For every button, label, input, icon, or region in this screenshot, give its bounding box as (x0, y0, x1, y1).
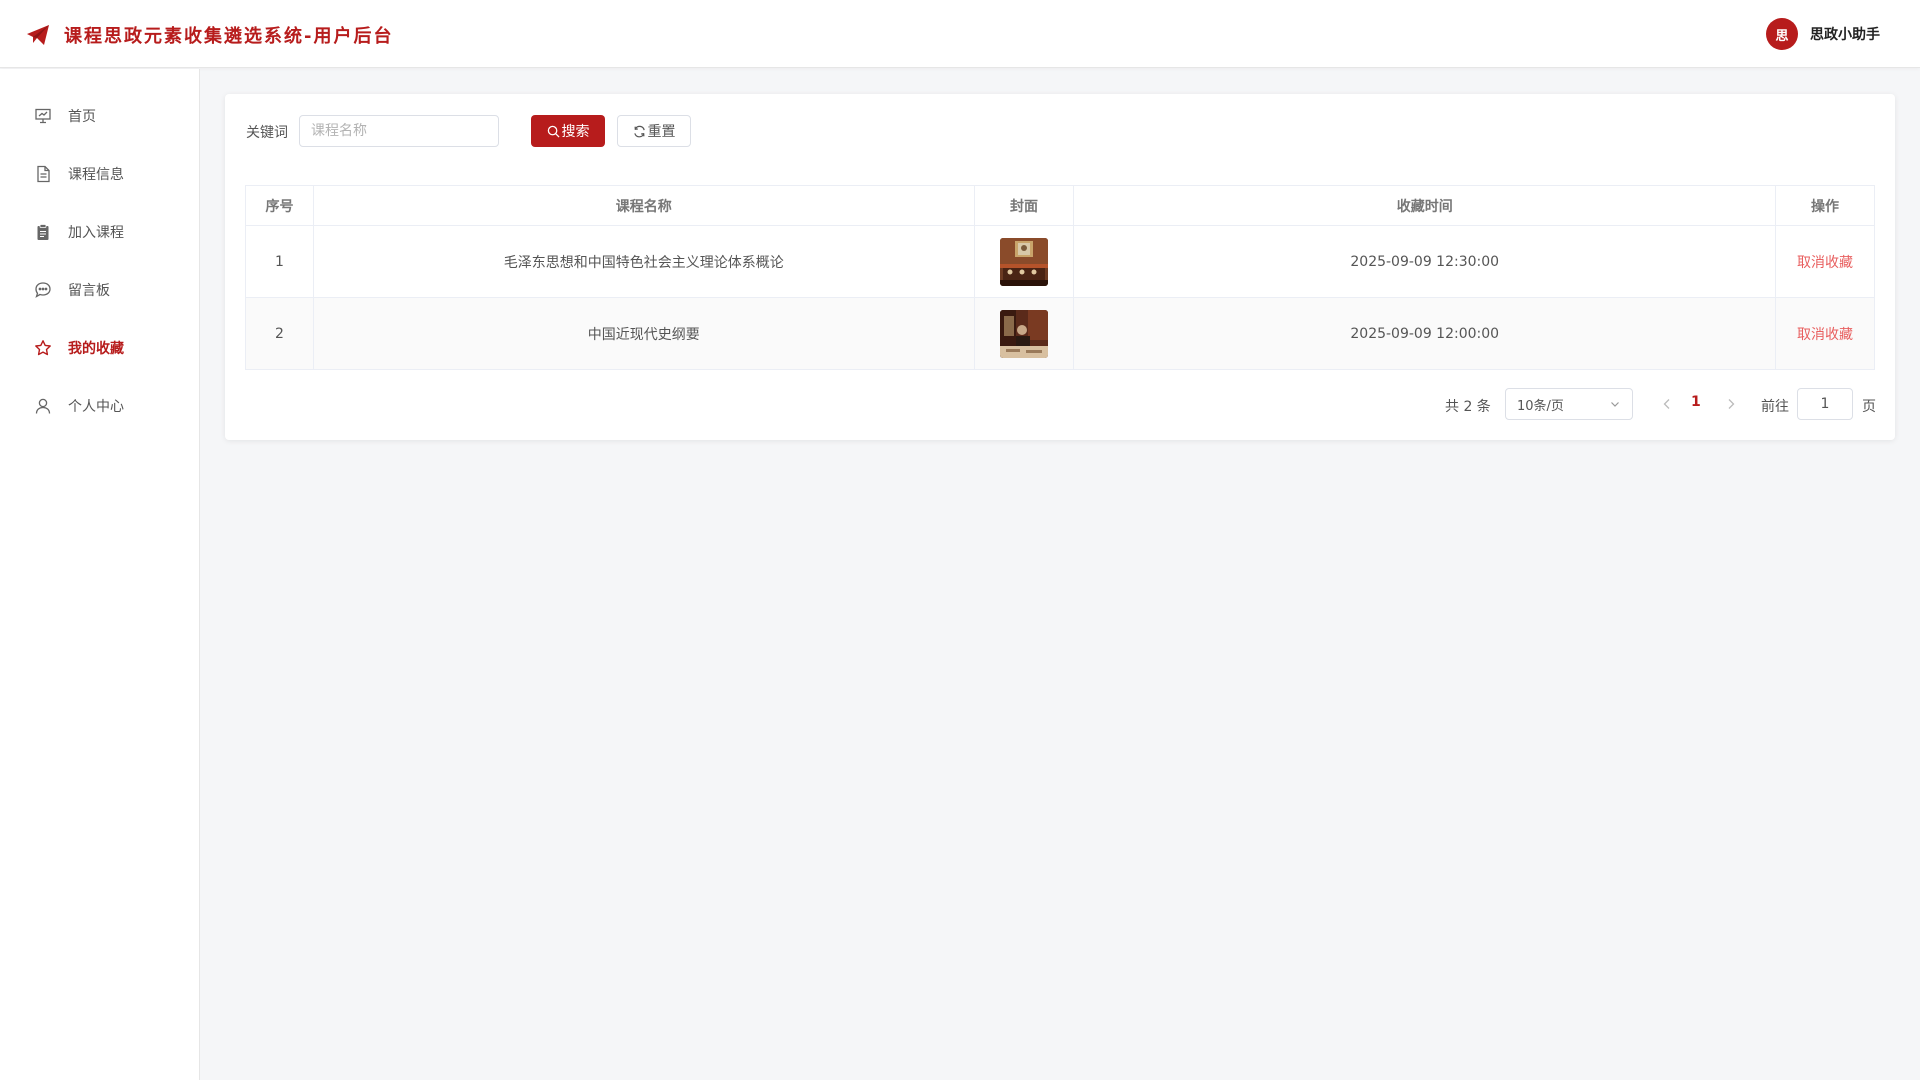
favorites-panel: 关键词 搜索 重置 序号 课程名称 封面 收藏时间 操作 1 毛泽东思想和中国特 (225, 94, 1895, 440)
column-header-course-name: 课程名称 (312, 185, 975, 226)
column-header-actions: 操作 (1775, 185, 1875, 226)
table-row: 1 毛泽东思想和中国特色社会主义理论体系概论 2025-09-09 12:30:… (245, 225, 1875, 298)
sidebar-item-label: 加入课程 (68, 225, 124, 241)
document-icon (37, 165, 50, 183)
search-input[interactable] (299, 115, 499, 147)
user-icon (35, 398, 51, 414)
username[interactable]: 思政小助手 (1810, 24, 1880, 44)
sidebar-item-label: 课程信息 (68, 167, 124, 183)
cover-cell (973, 297, 1075, 370)
favorite-time: 2025-09-09 12:30:00 (1073, 225, 1777, 298)
course-cover-image[interactable] (999, 309, 1048, 358)
actions-cell: 取消收藏 (1775, 297, 1875, 370)
column-header-index: 序号 (245, 185, 314, 226)
chevron-left-icon[interactable] (1659, 396, 1675, 412)
course-name: 中国近现代史纲要 (312, 297, 975, 370)
search-button[interactable]: 搜索 (531, 115, 605, 147)
goto-page-input[interactable] (1797, 388, 1853, 420)
favorite-time: 2025-09-09 12:00:00 (1073, 297, 1777, 370)
user-menu[interactable]: 思 思政小助手 (1766, 18, 1880, 50)
sidebar-item-join-course[interactable]: 加入课程 (0, 207, 199, 257)
sidebar-item-label: 首页 (68, 109, 96, 125)
search-button-label: 搜索 (561, 124, 590, 140)
page-number-current[interactable]: 1 (1691, 394, 1701, 410)
row-index: 1 (245, 225, 314, 298)
row-index: 2 (245, 297, 314, 370)
clipboard-icon (37, 224, 49, 240)
goto-label: 前往 (1761, 399, 1789, 415)
refresh-icon (633, 125, 645, 137)
sidebar-item-personal-center[interactable]: 个人中心 (0, 381, 199, 431)
cover-cell (973, 225, 1075, 298)
sidebar-item-label: 留言板 (68, 283, 110, 299)
chevron-down-icon (1611, 402, 1619, 407)
star-icon (35, 340, 51, 356)
sidebar: 首页 课程信息 加入课程 留言板 我的收藏 个人中心 (0, 69, 200, 1080)
reset-button[interactable]: 重置 (617, 115, 691, 147)
chevron-right-icon[interactable] (1723, 396, 1739, 412)
search-icon (547, 125, 560, 138)
reset-button-label: 重置 (647, 124, 676, 140)
column-header-favorite-time: 收藏时间 (1073, 185, 1777, 226)
sidebar-item-label: 我的收藏 (68, 341, 124, 357)
sidebar-item-my-favorites[interactable]: 我的收藏 (0, 323, 199, 373)
favorites-table: 序号 课程名称 封面 收藏时间 操作 1 毛泽东思想和中国特色社会主义理论体系概… (245, 185, 1875, 370)
column-header-cover: 封面 (973, 185, 1075, 226)
unfavorite-link[interactable]: 取消收藏 (1797, 327, 1853, 343)
top-header: 课程思政元素收集遴选系统-用户后台 思 思政小助手 (0, 0, 1920, 68)
sidebar-item-course-info[interactable]: 课程信息 (0, 149, 199, 199)
chat-icon (35, 282, 51, 298)
page-suffix-label: 页 (1862, 399, 1876, 415)
sidebar-item-message-board[interactable]: 留言板 (0, 265, 199, 315)
keyword-label: 关键词 (246, 125, 288, 141)
pagination-total: 共 2 条 (1445, 399, 1491, 415)
course-name: 毛泽东思想和中国特色社会主义理论体系概论 (312, 225, 975, 298)
table-row: 2 中国近现代史纲要 2025-09-09 12:00:00 取消收藏 (245, 297, 1875, 370)
app-title: 课程思政元素收集遴选系统-用户后台 (64, 26, 394, 47)
presentation-icon (35, 108, 51, 124)
paper-plane-icon (27, 25, 49, 45)
table-header-row: 序号 课程名称 封面 收藏时间 操作 (245, 185, 1875, 226)
avatar[interactable]: 思 (1766, 18, 1798, 50)
sidebar-item-home[interactable]: 首页 (0, 91, 199, 141)
actions-cell: 取消收藏 (1775, 225, 1875, 298)
course-cover-image[interactable] (999, 237, 1048, 286)
unfavorite-link[interactable]: 取消收藏 (1797, 255, 1853, 271)
page-size-value: 10条/页 (1517, 398, 1564, 414)
sidebar-item-label: 个人中心 (68, 399, 124, 415)
page-size-select[interactable]: 10条/页 (1505, 388, 1633, 420)
